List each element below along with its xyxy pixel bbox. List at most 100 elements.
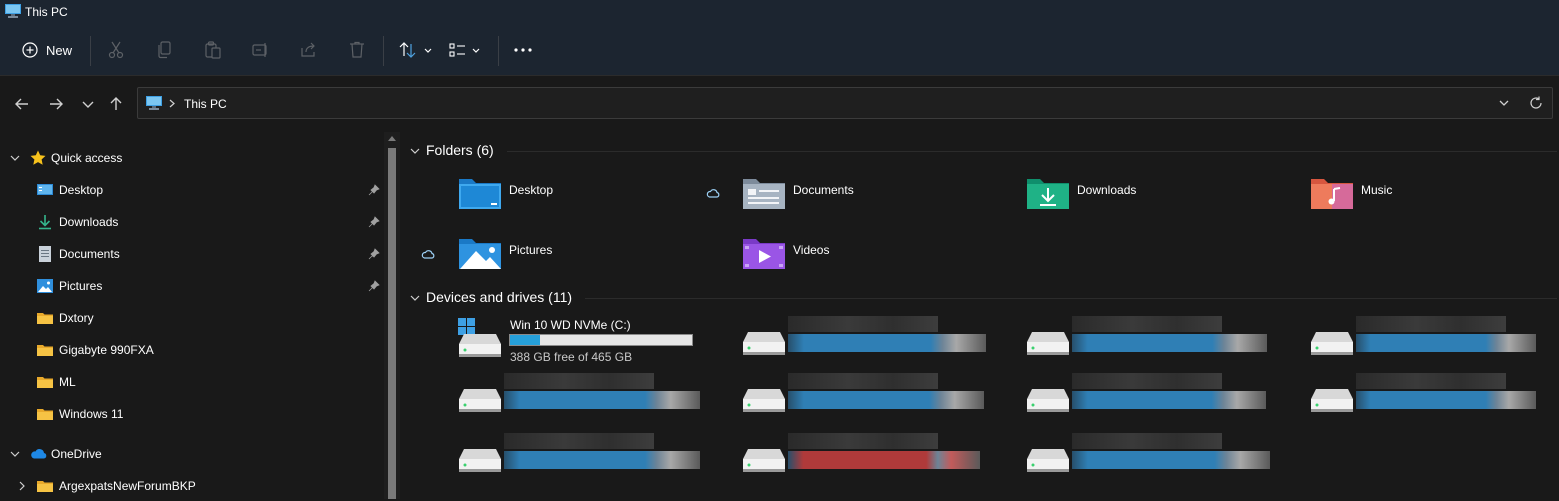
drive-redacted[interactable] (1310, 373, 1559, 425)
refresh-icon[interactable] (1529, 96, 1543, 110)
sidebar-item-label: Pictures (59, 279, 103, 293)
drive-redacted[interactable] (1026, 373, 1306, 425)
navigation-pane: Quick access Desktop Downloads Documents (0, 132, 384, 499)
sidebar-item-downloads[interactable]: Downloads (0, 207, 384, 237)
redacted-name (1072, 316, 1222, 332)
address-dropdown-icon[interactable] (1498, 98, 1510, 108)
sidebar-item-pictures[interactable]: Pictures (0, 271, 384, 301)
more-icon (514, 48, 532, 52)
redacted-bar (1356, 391, 1536, 409)
folder-documents[interactable]: Documents (742, 175, 1022, 219)
drive-c[interactable]: Win 10 WD NVMe (C:) 388 GB free of 465 G… (458, 318, 738, 368)
drive-icon (1027, 389, 1069, 412)
drive-redacted[interactable] (1026, 316, 1306, 368)
desktop-folder-icon (459, 179, 501, 209)
view-icon (449, 43, 480, 57)
drives-section-header[interactable]: Devices and drives (11) (410, 289, 572, 305)
cut-button[interactable] (108, 38, 124, 62)
redacted-name (788, 433, 938, 449)
folder-icon (37, 313, 53, 324)
redacted-name (504, 433, 654, 449)
sidebar-item-ml[interactable]: ML (0, 367, 384, 397)
collapse-chevron-icon[interactable] (18, 481, 26, 491)
rename-button[interactable] (252, 38, 270, 62)
new-button[interactable]: New (22, 38, 72, 62)
quick-access[interactable]: Quick access (0, 143, 384, 173)
drive-redacted[interactable] (742, 373, 1022, 425)
content-pane: Folders (6) Desktop Documents Downloads … (402, 132, 1559, 499)
folder-videos[interactable]: Videos (742, 235, 1022, 279)
collapse-chevron-icon[interactable] (410, 294, 420, 302)
scroll-up-arrow-icon[interactable] (388, 136, 396, 141)
redacted-bar (788, 334, 986, 352)
collapse-chevron-icon[interactable] (410, 147, 420, 155)
expand-chevron-icon[interactable] (10, 154, 20, 162)
more-button[interactable] (514, 38, 532, 62)
back-arrow-icon[interactable] (12, 94, 32, 114)
this-pc-icon (146, 96, 162, 110)
onedrive[interactable]: OneDrive (0, 439, 384, 469)
window-title: This PC (25, 5, 68, 19)
sort-button[interactable] (399, 38, 435, 62)
view-button[interactable] (449, 38, 485, 62)
paste-button[interactable] (205, 38, 221, 62)
sidebar-item-label: ML (59, 375, 76, 389)
downloads-folder-icon (1027, 179, 1069, 209)
pin-icon (368, 248, 380, 260)
up-arrow-icon[interactable] (106, 94, 126, 114)
redacted-bar (1356, 334, 1536, 352)
folder-pictures[interactable]: Pictures (458, 235, 738, 279)
folder-downloads[interactable]: Downloads (1026, 175, 1306, 219)
cloud-sync-icon (421, 250, 435, 259)
breadcrumb-separator-icon[interactable] (169, 99, 175, 108)
drive-redacted[interactable] (742, 316, 1022, 368)
expand-chevron-icon[interactable] (10, 450, 20, 458)
folders-section-header[interactable]: Folders (6) (410, 142, 494, 158)
address-bar[interactable]: This PC (137, 87, 1553, 119)
delete-button[interactable] (349, 38, 365, 62)
sidebar-item-documents[interactable]: Documents (0, 239, 384, 269)
forward-arrow-icon[interactable] (46, 94, 66, 114)
sidebar-item-argexpatsnewforumbkp[interactable]: ArgexpatsNewForumBKP (0, 471, 384, 501)
redacted-name (788, 373, 938, 389)
pictures-icon (37, 279, 53, 293)
drive-icon (1311, 332, 1353, 355)
drive-redacted[interactable] (458, 433, 738, 485)
navigation-bar: This PC (0, 77, 1559, 132)
onedrive-cloud-icon (31, 449, 47, 459)
folder-desktop[interactable]: Desktop (458, 175, 738, 219)
sidebar-item-desktop[interactable]: Desktop (0, 175, 384, 205)
drive-redacted[interactable] (742, 433, 1022, 485)
sidebar-scrollbar[interactable] (384, 132, 400, 499)
onedrive-label: OneDrive (51, 447, 102, 461)
folder-icon (37, 345, 53, 356)
drive-redacted[interactable] (458, 373, 738, 425)
drive-redacted[interactable] (1026, 433, 1306, 485)
redacted-bar (1072, 391, 1266, 409)
folder-music[interactable]: Music (1310, 175, 1559, 219)
copy-button[interactable] (157, 38, 173, 62)
divider (507, 151, 1557, 152)
redacted-bar (788, 451, 980, 469)
redacted-name (788, 316, 938, 332)
downloads-icon (39, 215, 51, 230)
drive-redacted[interactable] (1310, 316, 1559, 368)
divider (498, 36, 499, 66)
recent-locations-chevron-icon[interactable] (78, 94, 98, 114)
redacted-bar (504, 451, 700, 469)
divider (90, 36, 91, 66)
star-icon (30, 150, 46, 165)
redacted-name (1072, 373, 1222, 389)
copy-icon (158, 41, 171, 59)
scrollbar-thumb[interactable] (388, 148, 396, 499)
pin-icon (368, 280, 380, 292)
redacted-bar (504, 391, 700, 409)
breadcrumb-this-pc[interactable]: This PC (184, 97, 227, 111)
sidebar-item-dxtory[interactable]: Dxtory (0, 303, 384, 333)
drives-header-label: Devices and drives (11) (426, 289, 573, 305)
sidebar-item-gigabyte-990fxa[interactable]: Gigabyte 990FXA (0, 335, 384, 365)
delete-icon (350, 41, 364, 58)
sidebar-item-windows-11[interactable]: Windows 11 (0, 399, 384, 429)
share-button[interactable] (300, 38, 318, 62)
sidebar-item-label: Dxtory (59, 311, 94, 325)
